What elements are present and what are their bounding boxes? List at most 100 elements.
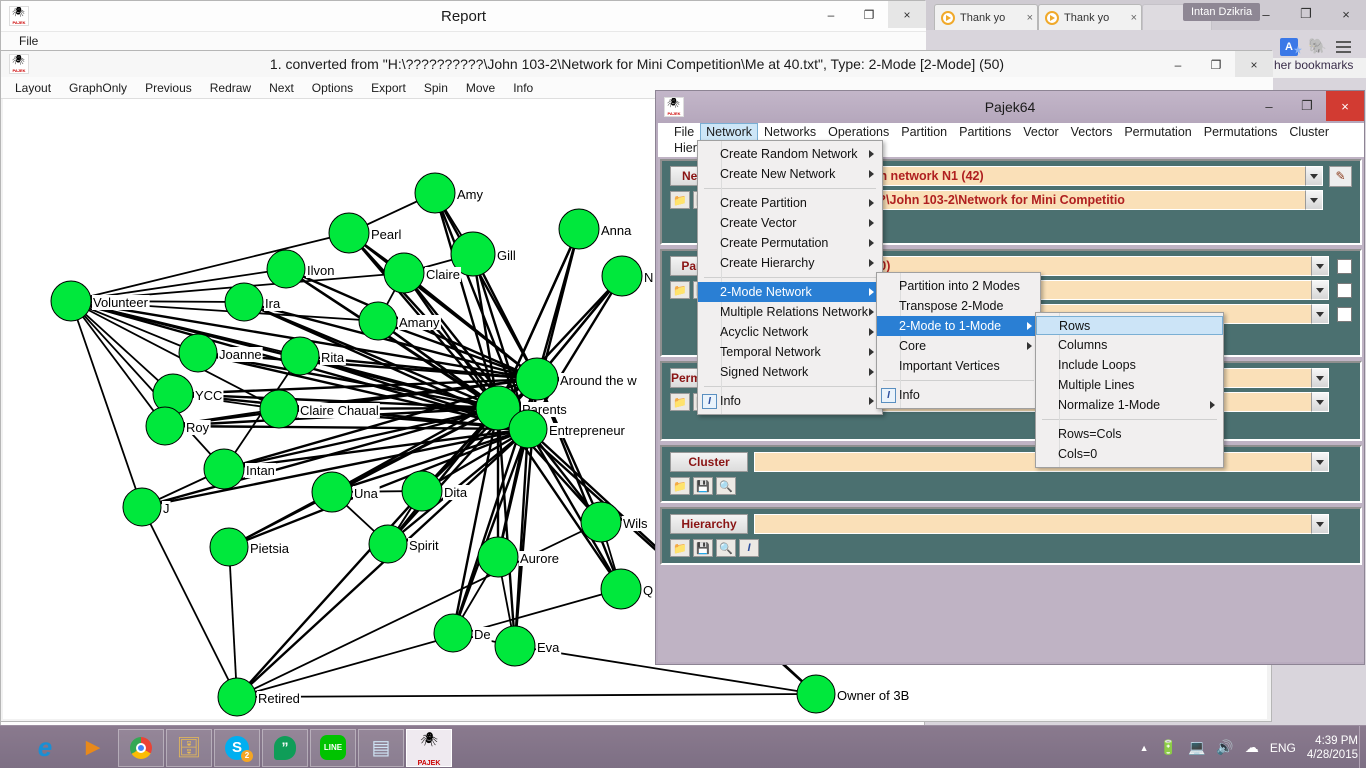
menu-item-networks[interactable]: Networks [758,124,822,141]
info-icon[interactable]: I [739,539,759,557]
menu-item-export[interactable]: Export [371,81,406,95]
menu-item-file[interactable]: File [1,34,46,48]
close-button[interactable]: × [1326,0,1366,28]
taskbar-hangouts[interactable]: ” [262,728,308,767]
chevron-down-icon[interactable] [1311,304,1329,324]
taskbar-pajek[interactable]: 🕷 PAJEK [406,728,452,767]
partition-checkbox[interactable] [1337,282,1352,298]
graph-node[interactable] [224,282,264,322]
partition-checkbox[interactable] [1337,306,1352,322]
chevron-down-icon[interactable] [1311,368,1329,388]
menu-item-important-vertices[interactable]: Important Vertices [877,356,1040,376]
close-button[interactable]: × [1235,51,1273,78]
taskbar-google-chrome[interactable] [118,728,164,767]
minimize-button[interactable]: – [1250,91,1288,121]
volume-icon[interactable]: 🔊 [1216,739,1233,756]
menu-item-columns[interactable]: Columns [1036,335,1223,355]
menu-item-core[interactable]: Core [877,336,1040,356]
graph-node[interactable] [122,487,162,527]
restore-button[interactable]: ❐ [1286,0,1326,28]
taskbar-internet-explorer[interactable]: e [22,729,68,767]
menu-item-previous[interactable]: Previous [145,81,192,95]
partition-checkbox[interactable] [1337,258,1352,274]
two-mode-network-submenu[interactable]: Partition into 2 Modes Transpose 2-Mode 2-… [876,272,1041,409]
chrome-profile-button[interactable]: Intan Dzikria [1183,3,1261,21]
graph-node[interactable] [358,301,398,341]
cluster-combo-value[interactable] [754,452,1311,472]
save-icon[interactable]: 💾 [693,477,713,495]
menu-item-options[interactable]: Options [312,81,353,95]
menu-item-next[interactable]: Next [269,81,294,95]
folder-open-icon[interactable]: 📁 [670,477,690,495]
chrome-menu-icon[interactable] [1336,38,1354,56]
menu-item-2-mode-to-1-mode[interactable]: 2-Mode to 1-Mode [877,316,1040,336]
menu-item-acyclic-network[interactable]: Acyclic Network [698,322,882,342]
graph-node[interactable] [601,255,643,297]
menu-item-include-loops[interactable]: Include Loops [1036,355,1223,375]
graph-node[interactable] [203,448,245,490]
show-desktop-button[interactable] [1359,726,1366,768]
network-icon[interactable]: 💻 [1188,739,1205,756]
taskbar-file-explorer[interactable]: 🗄 [166,728,212,767]
menu-item-partition-into-2-modes[interactable]: Partition into 2 Modes [877,276,1040,296]
graph-node[interactable] [558,208,600,250]
graph-node[interactable] [280,336,320,376]
evernote-extension-icon[interactable]: 🐘 [1308,38,1327,56]
menu-item-create-random-network[interactable]: Create Random Network [698,144,882,164]
graph-node[interactable] [401,470,443,512]
usb-icon[interactable]: 🔋 [1160,739,1177,756]
save-icon[interactable]: 💾 [693,539,713,557]
menu-item-multiple-relations-network[interactable]: Multiple Relations Network [698,302,882,322]
graph-node[interactable] [494,625,536,667]
menu-item-info[interactable]: I Info [698,391,882,411]
menu-item-create-hierarchy[interactable]: Create Hierarchy [698,253,882,273]
menu-item-transpose-2-mode[interactable]: Transpose 2-Mode [877,296,1040,316]
close-icon[interactable]: × [1131,12,1137,24]
network-dropdown-menu[interactable]: Create Random Network Create New Network C… [697,140,883,415]
graph-node[interactable] [477,536,519,578]
menu-item-create-permutation[interactable]: Create Permutation [698,233,882,253]
menu-item-rows-cols[interactable]: Rows=Cols [1036,424,1223,444]
close-button[interactable]: × [1326,91,1364,121]
menu-item-rows[interactable]: Rows [1036,316,1223,335]
restore-button[interactable]: ❐ [1197,51,1235,78]
graph-node[interactable] [508,409,548,449]
menu-item-vector[interactable]: Vector [1017,124,1064,141]
menu-item-vectors[interactable]: Vectors [1065,124,1119,141]
chevron-down-icon[interactable] [1311,256,1329,276]
menu-item-operations[interactable]: Operations [822,124,895,141]
browser-tab[interactable]: Thank yo × [1038,4,1142,30]
graph-node[interactable] [368,524,408,564]
menu-item-cluster[interactable]: Cluster [1283,124,1335,141]
menu-item-partitions[interactable]: Partitions [953,124,1017,141]
chevron-down-icon[interactable] [1305,190,1323,210]
chevron-down-icon[interactable] [1311,392,1329,412]
chevron-down-icon[interactable] [1311,452,1329,472]
translate-extension-icon[interactable]: A [1280,38,1302,59]
hierarchy-combo-value[interactable] [754,514,1311,534]
find-icon[interactable]: 🔍 [716,477,736,495]
find-icon[interactable]: 🔍 [716,539,736,557]
menu-item-create-partition[interactable]: Create Partition [698,193,882,213]
folder-open-icon[interactable]: 📁 [670,191,690,209]
menu-item-graphonly[interactable]: GraphOnly [69,81,127,95]
taskbar-pajek-draw[interactable]: ▤ [358,728,404,767]
other-bookmarks-label[interactable]: her bookmarks [1272,58,1366,78]
chevron-down-icon[interactable] [1311,280,1329,300]
menu-item-normalize-1-mode[interactable]: Normalize 1-Mode [1036,395,1223,415]
chevron-down-icon[interactable] [1305,166,1323,186]
close-button[interactable]: × [888,1,926,28]
menu-item-multiple-lines[interactable]: Multiple Lines [1036,375,1223,395]
menu-item-partition[interactable]: Partition [895,124,953,141]
folder-open-icon[interactable]: 📁 [670,539,690,557]
graph-node[interactable] [217,677,257,717]
edit-network-button[interactable]: ✎ [1329,165,1352,187]
graph-node[interactable] [600,568,642,610]
graph-node[interactable] [328,212,370,254]
menu-item-redraw[interactable]: Redraw [210,81,251,95]
menu-item-permutations[interactable]: Permutations [1198,124,1284,141]
graph-node[interactable] [580,501,622,543]
graph-node[interactable] [796,674,836,714]
menu-item-spin[interactable]: Spin [424,81,448,95]
graph-node[interactable] [266,249,306,289]
